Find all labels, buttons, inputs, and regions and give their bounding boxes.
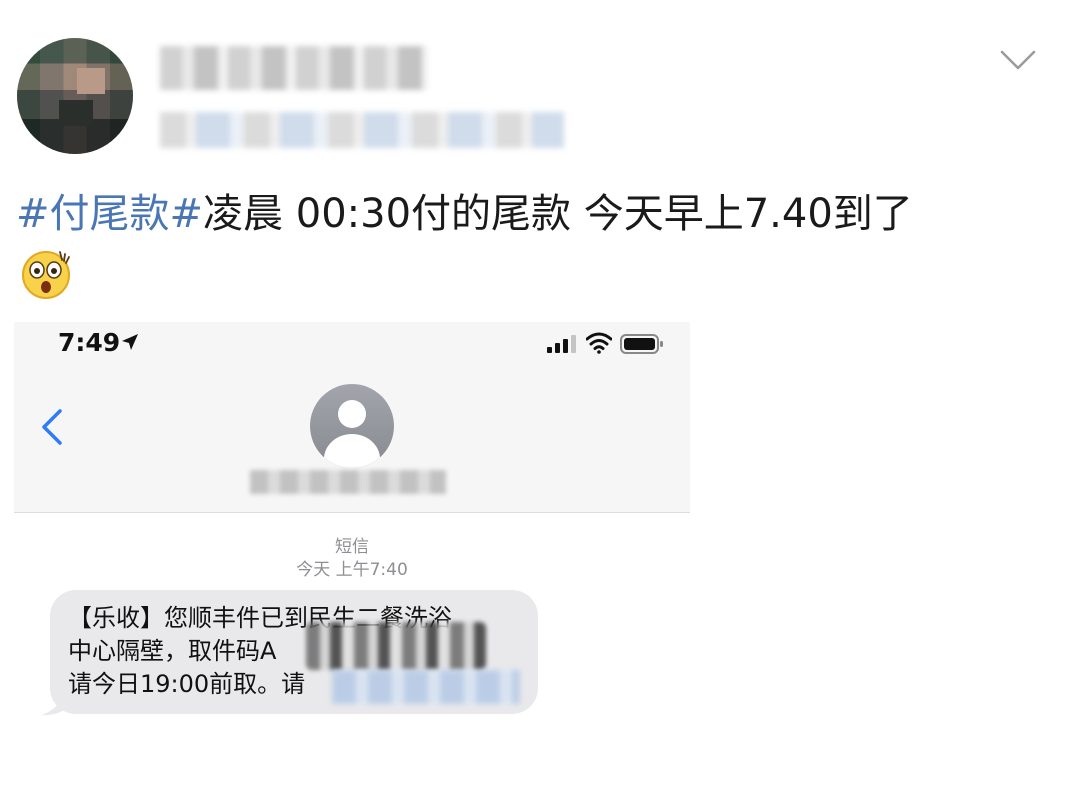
location-arrow-icon: [122, 334, 138, 350]
weibo-post: #付尾款#凌晨 00:30付的尾款 今天早上7.40到了 7:49 短信 今天 …: [0, 0, 1077, 805]
user-avatar[interactable]: [17, 38, 133, 154]
blurred-link[interactable]: [332, 670, 520, 704]
contact-avatar[interactable]: [310, 384, 394, 468]
chevron-down-icon[interactable]: [1000, 48, 1036, 72]
back-chevron-icon[interactable]: [40, 408, 64, 446]
sms-screenshot[interactable]: 7:49 短信 今天 上午7:40 【乐收】您顺丰件已到民生二餐洗浴 中心隔壁，…: [14, 322, 690, 805]
avatar-pixel-block: [77, 68, 105, 94]
post-body: #付尾款#凌晨 00:30付的尾款 今天早上7.40到了: [16, 190, 1056, 238]
avatar-pixel-block: [59, 100, 93, 126]
post-text: 凌晨 00:30付的尾款 今天早上7.40到了: [203, 191, 913, 237]
avatar-pixelation: [17, 38, 133, 154]
blurred-contact-name[interactable]: [250, 470, 446, 494]
wifi-icon: [586, 332, 612, 354]
astonished-face-emoji-icon: [22, 251, 70, 299]
sms-label: 短信: [335, 537, 369, 557]
message-timestamp: 今天 上午7:40: [296, 560, 408, 580]
battery-icon: [620, 334, 663, 354]
hashtag-link[interactable]: #付尾款#: [16, 191, 203, 237]
blurred-pickup-code: [306, 622, 486, 670]
contact-silhouette-body: [324, 434, 380, 468]
status-bar-time: 7:49: [58, 328, 121, 357]
blurred-username[interactable]: [160, 46, 428, 90]
cellular-signal-icon: [547, 335, 576, 353]
contact-silhouette-head: [338, 400, 366, 428]
messages-header: 7:49: [14, 322, 690, 513]
blurred-post-meta: [160, 112, 564, 148]
